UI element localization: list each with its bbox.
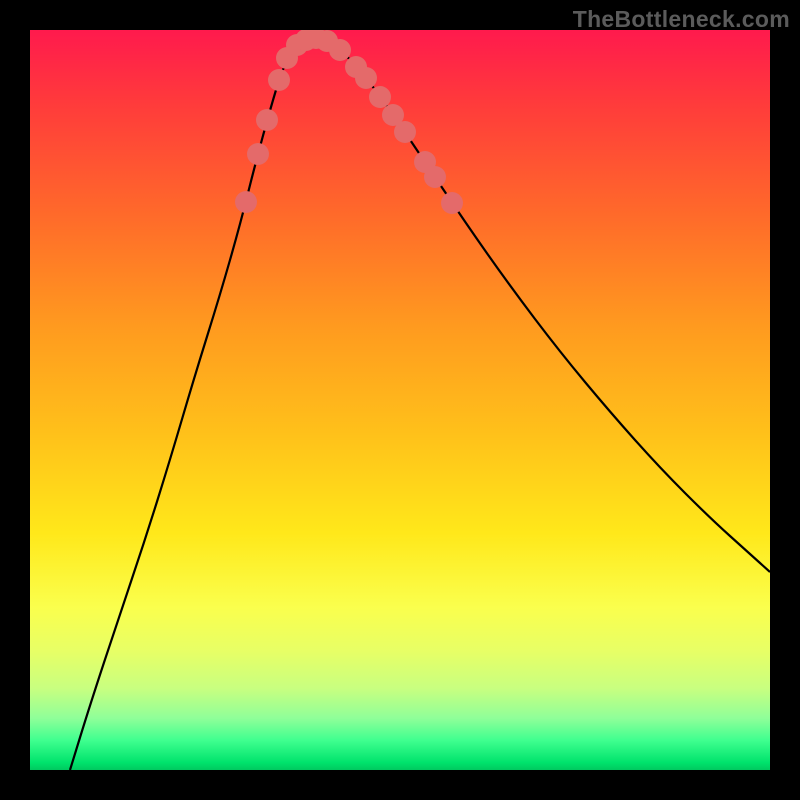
watermark-label: TheBottleneck.com xyxy=(573,6,790,33)
highlight-dot xyxy=(424,166,446,188)
highlight-dot xyxy=(247,143,269,165)
highlight-dot xyxy=(345,56,367,78)
highlight-dot xyxy=(295,30,317,51)
highlight-dot xyxy=(414,151,436,173)
plot-area xyxy=(30,30,770,770)
chart-frame: TheBottleneck.com xyxy=(0,0,800,800)
highlight-dot xyxy=(276,47,298,69)
highlight-dot xyxy=(369,86,391,108)
highlight-dot xyxy=(329,39,351,61)
highlight-dot xyxy=(355,67,377,89)
highlight-dot xyxy=(256,109,278,131)
highlight-dots xyxy=(235,30,463,214)
highlight-dot xyxy=(286,34,308,56)
curve-svg xyxy=(30,30,770,770)
highlight-dot xyxy=(316,30,338,52)
highlight-dot xyxy=(394,121,416,143)
highlight-dot xyxy=(305,30,327,49)
highlight-dot xyxy=(441,192,463,214)
bottleneck-curve xyxy=(70,39,770,770)
highlight-dot xyxy=(268,69,290,91)
highlight-dot xyxy=(235,191,257,213)
highlight-dot xyxy=(382,104,404,126)
